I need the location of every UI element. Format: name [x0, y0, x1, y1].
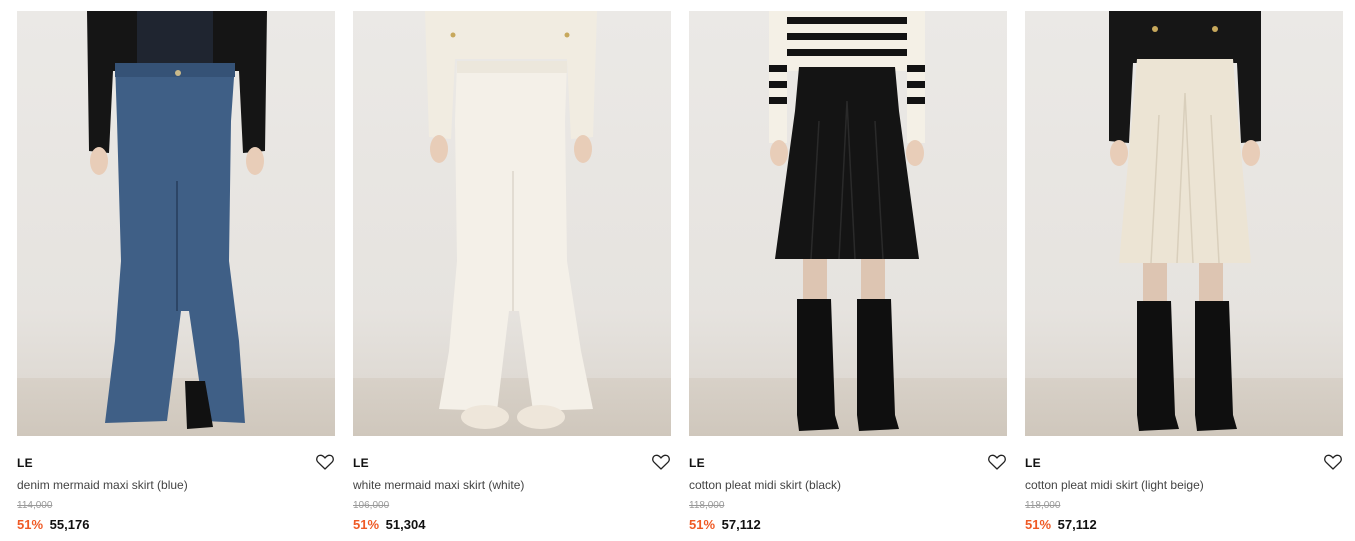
price-row: 51% 51,304	[353, 517, 671, 533]
original-price: 118,000	[689, 500, 725, 511]
sale-price: 57,112	[721, 517, 761, 532]
product-image[interactable]	[689, 11, 1007, 436]
product-image[interactable]	[1025, 11, 1343, 436]
discount-rate: 51%	[689, 517, 716, 532]
original-price: 118,000	[1025, 500, 1061, 511]
product-card[interactable]: LE white mermaid maxi skirt (white) 106,…	[353, 11, 671, 533]
brand-row: LE	[1025, 452, 1343, 474]
price-row: 51% 57,112	[1025, 517, 1343, 533]
heart-outline-icon[interactable]	[987, 452, 1007, 472]
white-skirt-illustration	[425, 11, 597, 429]
sale-price: 51,304	[385, 517, 426, 532]
product-card[interactable]: LE cotton pleat midi skirt (black) 118,0…	[689, 11, 1007, 533]
heart-outline-icon[interactable]	[315, 452, 335, 472]
product-card[interactable]: LE cotton pleat midi skirt (light beige)…	[1025, 11, 1343, 533]
brand-row: LE	[689, 452, 1007, 474]
product-name[interactable]: cotton pleat midi skirt (black)	[689, 477, 1007, 493]
product-grid: LE denim mermaid maxi skirt (blue) 114,0…	[0, 0, 1355, 541]
price-row: 51% 57,112	[689, 517, 1007, 533]
sale-price: 57,112	[1057, 517, 1097, 532]
brand-name[interactable]: LE	[353, 456, 369, 470]
brand-name[interactable]: LE	[17, 456, 33, 470]
beige-pleat-skirt-illustration	[1109, 11, 1261, 431]
sale-price: 55,176	[49, 517, 90, 532]
black-pleat-skirt-illustration	[769, 11, 925, 431]
discount-rate: 51%	[353, 517, 380, 532]
product-name[interactable]: cotton pleat midi skirt (light beige)	[1025, 477, 1343, 493]
discount-rate: 51%	[1025, 517, 1052, 532]
brand-name[interactable]: LE	[689, 456, 705, 470]
product-image[interactable]	[353, 11, 671, 436]
product-image[interactable]	[17, 11, 335, 436]
product-card[interactable]: LE denim mermaid maxi skirt (blue) 114,0…	[17, 11, 335, 533]
original-price: 106,000	[353, 500, 390, 511]
price-row: 51% 55,176	[17, 517, 335, 533]
denim-skirt-illustration	[87, 11, 267, 429]
heart-outline-icon[interactable]	[1323, 452, 1343, 472]
brand-row: LE	[17, 452, 335, 474]
brand-row: LE	[353, 452, 671, 474]
original-price: 114,000	[17, 500, 53, 511]
heart-outline-icon[interactable]	[651, 452, 671, 472]
product-name[interactable]: denim mermaid maxi skirt (blue)	[17, 477, 335, 493]
discount-rate: 51%	[17, 517, 44, 532]
product-name[interactable]: white mermaid maxi skirt (white)	[353, 477, 671, 493]
brand-name[interactable]: LE	[1025, 456, 1041, 470]
